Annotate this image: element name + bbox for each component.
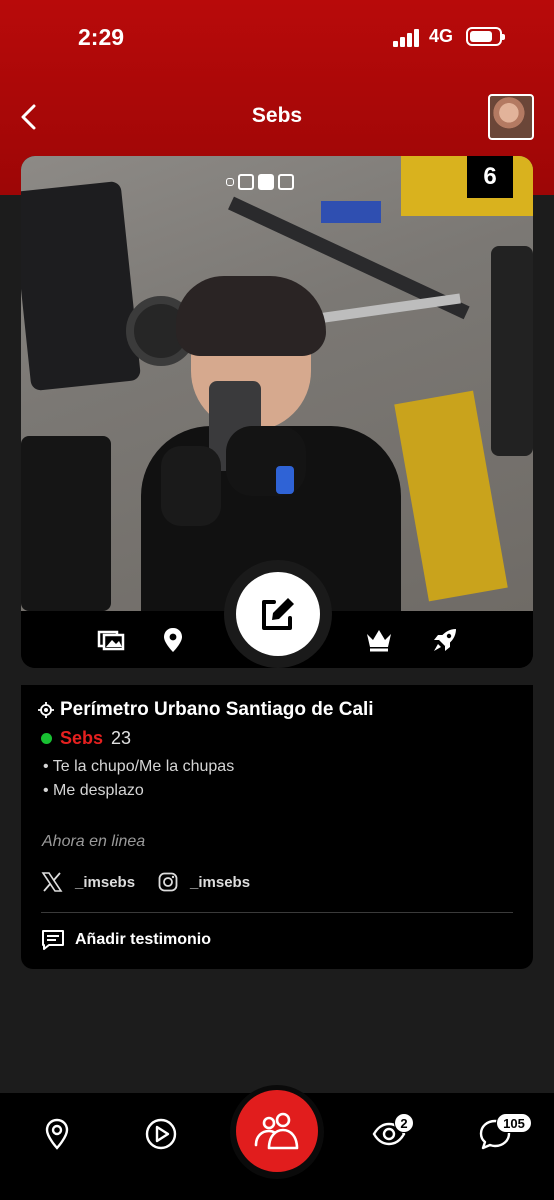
profile-photo[interactable]: [21, 156, 533, 611]
network-type: 4G: [429, 26, 454, 46]
comment-icon: [42, 930, 64, 950]
pagination-dot-active: [258, 174, 274, 190]
username: Sebs: [60, 728, 104, 748]
x-logo-icon: [41, 872, 63, 892]
page-title: Sebs: [251, 104, 303, 127]
pagination-dot: [226, 178, 234, 186]
pagination-dot: [278, 174, 294, 190]
location-text: Perímetro Urbano Santiago de Cali: [60, 699, 374, 720]
crown-icon[interactable]: [364, 625, 394, 655]
rocket-icon[interactable]: [430, 625, 460, 655]
activity-status: Ahora en linea: [42, 833, 146, 850]
pagination-dot: [238, 174, 254, 190]
photo-pagination[interactable]: [226, 172, 294, 192]
play-icon[interactable]: [144, 1117, 178, 1151]
age: 23: [111, 728, 132, 748]
divider: [41, 912, 513, 913]
crosshair-location-icon: [38, 702, 54, 718]
photo-count-badge: 6: [467, 156, 513, 198]
instagram-handle: _imsebs: [190, 873, 251, 891]
people-button[interactable]: [236, 1090, 318, 1172]
top-nav: Sebs: [0, 92, 554, 142]
battery-icon: [466, 27, 505, 46]
location-pin-icon[interactable]: [158, 625, 188, 655]
x-link[interactable]: _imsebs: [41, 872, 135, 892]
profile-bullet: • Me desplazo: [43, 782, 144, 799]
profile-bullet: • Te la chupo/Me la chupas: [43, 758, 235, 775]
people-icon: [254, 1112, 299, 1150]
location-row: Perímetro Urbano Santiago de Cali: [38, 699, 374, 721]
name-row: Sebs 23: [41, 728, 131, 749]
add-testimonial-button[interactable]: Añadir testimonio: [41, 929, 211, 951]
edit-profile-button[interactable]: [236, 572, 320, 656]
edit-icon: [262, 598, 294, 630]
profile-info-card: Perímetro Urbano Santiago de Cali Sebs 2…: [21, 685, 533, 969]
status-time: 2:29: [78, 24, 125, 50]
profile-photo-card: 6: [21, 156, 533, 668]
status-bar: 2:29 4G: [0, 22, 554, 52]
instagram-icon: [158, 872, 178, 892]
eye-count-badge: 2: [394, 1113, 414, 1133]
online-indicator: [41, 733, 52, 744]
signal-icon: [393, 29, 421, 47]
chat-count-badge: 105: [496, 1113, 532, 1133]
add-testimonial-label: Añadir testimonio: [75, 931, 212, 948]
map-pin-icon[interactable]: [40, 1117, 74, 1151]
gallery-icon[interactable]: [96, 625, 126, 655]
x-handle: _imsebs: [75, 873, 136, 891]
instagram-link[interactable]: _imsebs: [158, 872, 250, 892]
avatar[interactable]: [488, 94, 534, 140]
